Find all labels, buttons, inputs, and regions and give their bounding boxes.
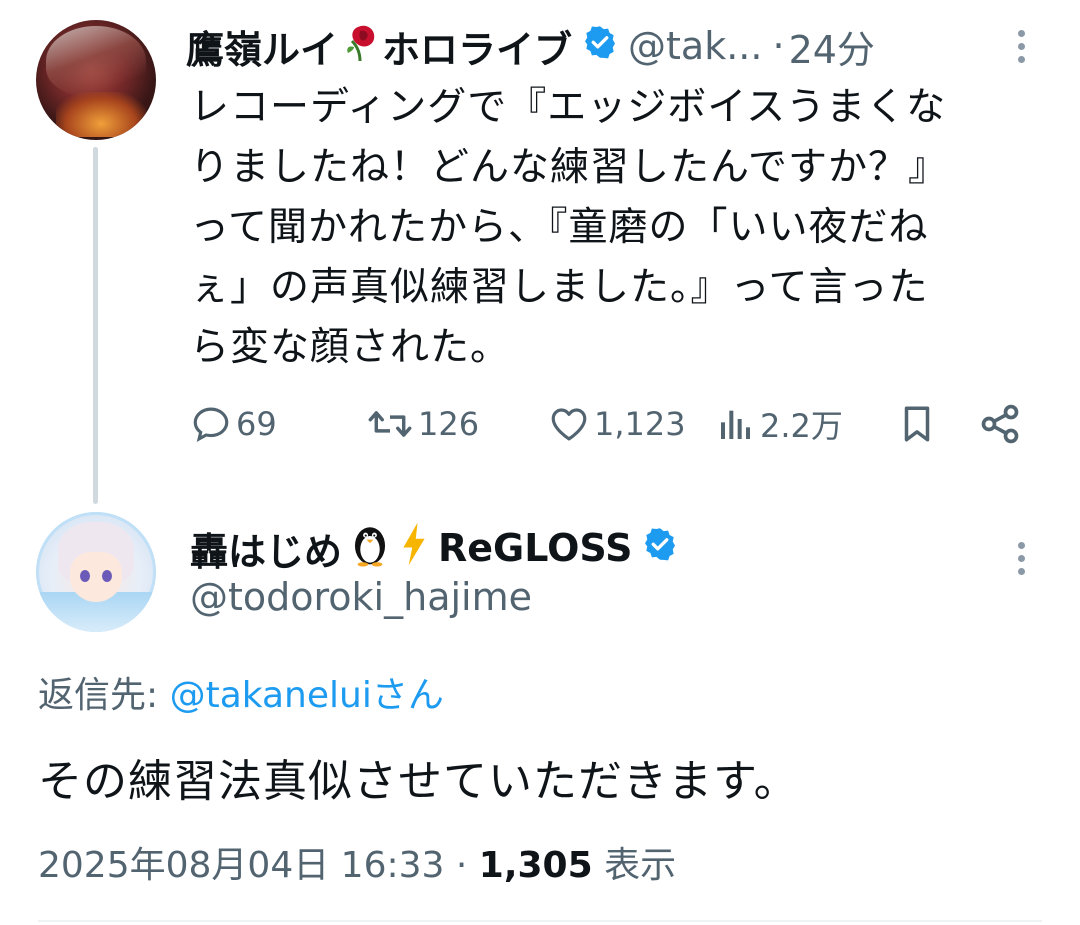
heart-icon — [548, 403, 590, 445]
tweet1-line: って聞かれたから、『童磨の「いい夜だね — [190, 205, 929, 250]
tweet2-views-count: 1,305 — [478, 845, 593, 886]
reply-to-mention[interactable]: @takaneluiさん — [170, 675, 444, 716]
verified-badge-icon — [642, 526, 678, 571]
tweet2-display-name[interactable]: 轟はじめ — [190, 521, 342, 576]
tweet1-line: ぇ」の声真似練習しました。』って言った — [190, 265, 929, 310]
tweet2-handle[interactable]: @todoroki_hajime — [190, 575, 532, 619]
penguin-icon — [348, 521, 392, 576]
avatar-face — [70, 552, 122, 602]
retweet-button[interactable]: 126 — [366, 400, 479, 448]
reply-to-label: 返信先: — [38, 675, 170, 716]
views-count: 2.2万 — [760, 407, 843, 445]
tweet2-meta: 2025年08月04日 16:33 · 1,305 表示 — [38, 836, 676, 888]
like-button[interactable]: 1,123 — [548, 400, 686, 448]
reply-to-line: 返信先: @takaneluiさん — [38, 666, 444, 718]
tweet1-line: りましたね！どんな練習したんですか？』 — [190, 145, 949, 190]
tweet1-separator: · — [772, 24, 785, 68]
avatar-eye — [80, 570, 90, 582]
tweet1-body: レコーディングで『エッジボイスうまくな りましたね！どんな練習したんですか？』 … — [190, 78, 1020, 378]
retweet-count: 126 — [418, 405, 480, 443]
share-icon — [978, 402, 1022, 446]
tweet1-display-name[interactable]: 鷹嶺ルイ — [186, 19, 338, 74]
tweet2-views-label: 表示 — [592, 845, 677, 886]
reply-count: 69 — [236, 405, 277, 443]
avatar-eye — [102, 570, 112, 582]
lightning-icon — [398, 521, 430, 576]
thread-connector-line — [93, 147, 98, 504]
reply-icon — [190, 403, 232, 445]
tweet2-date[interactable]: 2025年08月04日 16:33 · — [38, 845, 479, 886]
tweet2-header: 轟はじめ ReGLOSS — [190, 520, 688, 576]
divider — [38, 920, 1042, 922]
tweet2-display-name-suffix[interactable]: ReGLOSS — [438, 526, 632, 570]
tweet2-body: その練習法真似させていただきます。 — [38, 756, 799, 807]
author-avatar-todoroki-hajime[interactable] — [36, 512, 156, 632]
tweet1-timestamp[interactable]: 24分 — [789, 19, 875, 74]
tweet1-line: レコーディングで『エッジボイスうまくな — [190, 85, 947, 130]
bookmark-button[interactable] — [896, 400, 938, 448]
tweet1-display-name-suffix[interactable]: ホロライブ — [382, 19, 572, 74]
share-button[interactable] — [978, 400, 1022, 448]
bookmark-icon — [896, 402, 938, 446]
like-count: 1,123 — [594, 405, 686, 443]
author-avatar-takane-lui[interactable] — [36, 20, 156, 140]
avatar-glow — [56, 92, 146, 137]
views-button[interactable]: 2.2万 — [716, 400, 843, 448]
more-options-icon[interactable] — [1016, 30, 1026, 63]
tweet1-handle[interactable]: @tak... — [628, 24, 762, 68]
retweet-icon — [366, 403, 414, 445]
tweet1-header: 鷹嶺ルイ ホロライブ @tak... · 24分 — [186, 18, 875, 74]
tweet1-line: ら変な顔された。 — [190, 325, 511, 370]
avatar-hair — [46, 26, 146, 96]
verified-badge-icon — [582, 24, 618, 69]
more-options-icon[interactable] — [1016, 542, 1026, 575]
wilted-rose-icon — [342, 21, 378, 72]
views-icon — [716, 403, 756, 445]
reply-button[interactable]: 69 — [190, 400, 277, 448]
